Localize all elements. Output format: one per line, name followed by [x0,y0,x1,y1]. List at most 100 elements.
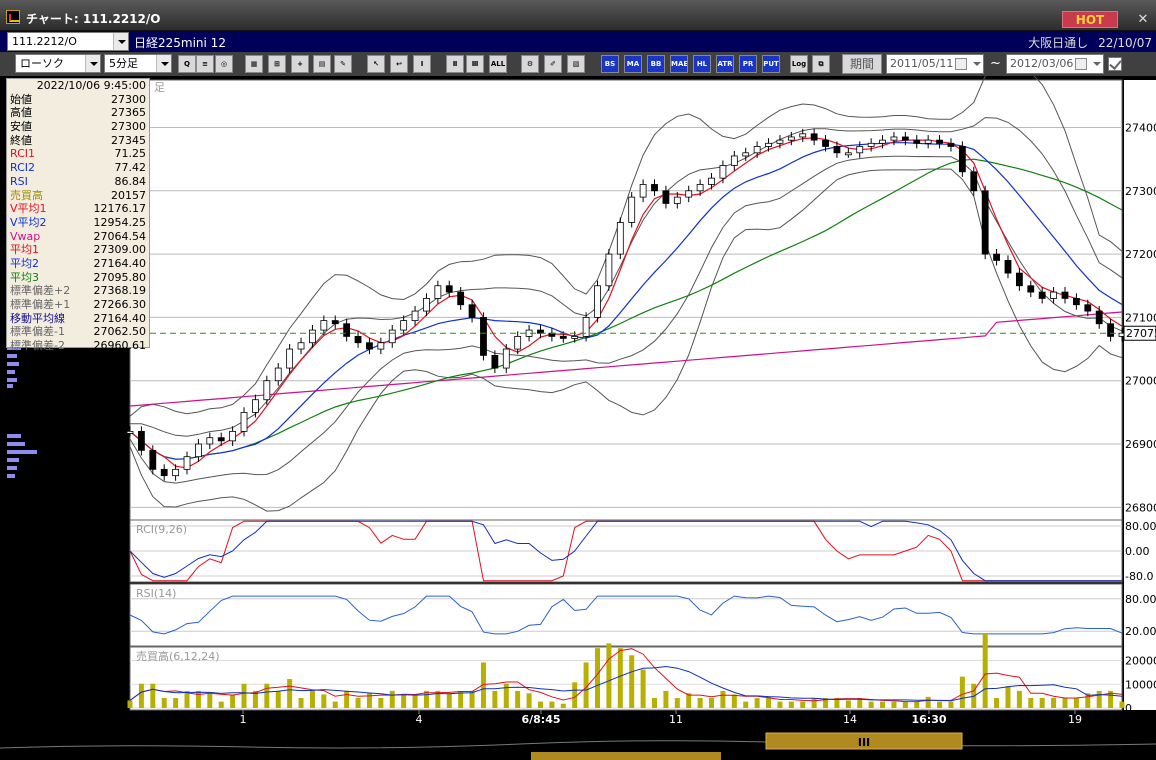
chevron-down-icon[interactable] [113,33,128,50]
hot-button[interactable]: HOT [1062,11,1118,28]
info-label: 標準偏差-2 [10,339,65,353]
volume-bar [230,694,236,708]
chevron-down-icon[interactable] [1093,62,1101,66]
toolbar-button-17[interactable]: BS [601,55,619,73]
chart-type-value: ローソク [20,57,64,70]
toolbar-button-14[interactable]: ⚙ [521,55,539,73]
toolbar-button-16[interactable]: ▧ [567,55,585,73]
toolbar-button-8[interactable]: ↖ [367,55,385,73]
symbol-select[interactable]: 111.2212/O [7,32,129,51]
calendar-icon[interactable] [1075,58,1087,70]
toolbar-button-20[interactable]: MAE [670,55,688,73]
candle [753,146,761,154]
volume-profile-bar [7,362,19,366]
candle [1027,285,1035,293]
toolbar-button-2[interactable]: ◎ [215,55,233,73]
window-title: チャート: 111.2212/O [26,12,161,26]
toolbar-button-24[interactable]: PUT [762,55,780,73]
candle [206,437,214,445]
info-label: 平均1 [10,243,39,257]
chart-area[interactable]: 27400 27300 27200 27100 27000 26900 26800 足 2707… [0,76,1156,760]
toolbar-button-7[interactable]: ✎ [334,55,352,73]
candle [559,336,567,339]
calendar-icon[interactable] [955,58,967,70]
candle [445,285,453,293]
info-value: 27164.40 [93,311,147,325]
toolbar-button-5[interactable]: + [291,55,309,73]
price-tick: 26800 [1125,501,1156,514]
volume-bar [709,698,715,708]
candle [879,139,886,144]
toolbar-button-23[interactable]: PR [739,55,757,73]
volume-bar [537,701,543,708]
candle [639,184,647,198]
info-row: 平均3 27095.80 [10,271,146,285]
x-tick-label: 6/8:45 [521,713,560,726]
info-label: 標準偏差+1 [10,298,71,312]
volume-bar [629,655,635,708]
candle [856,146,864,154]
chevron-down-icon[interactable] [973,62,981,66]
chevron-down-icon[interactable] [156,55,171,72]
chart-toolbar: ローソク 5分足 期間 2011/05/11 ~ 2012/03/06 Q ≡ ◎ ▦… [0,52,1156,76]
close-icon[interactable]: ✕ [1136,13,1150,27]
toolbar-button-4[interactable]: ⊞ [268,55,286,73]
candle [297,342,305,350]
date-from-field[interactable]: 2011/05/11 [886,54,984,74]
date-separator: ~ [990,56,1001,71]
x-tick-label: 19 [1068,713,1082,726]
toolbar-button-9[interactable]: ↩ [390,55,408,73]
candle [833,146,841,154]
volume-profile-bar [7,466,17,470]
timeframe-select[interactable]: 5分足 [104,54,172,73]
candle [1095,310,1103,325]
volume-bar [549,701,555,708]
candle [491,354,499,369]
date-label: 22/10/07 [1098,36,1152,50]
info-value: 77.42 [114,161,147,175]
volume-bar [891,701,897,708]
volume-bar [1039,698,1045,708]
volume-bar [994,698,1000,708]
info-row: RCI2 77.42 [10,161,146,175]
toolbar-button-1[interactable]: ≡ [196,55,214,73]
volume-bar [241,683,247,708]
volume-bar [959,676,965,708]
toolbar-button-18[interactable]: MA [624,55,642,73]
period-button[interactable]: 期間 [842,54,882,74]
toolbar-button-6[interactable]: ▤ [313,55,331,73]
candle [343,323,351,337]
product-name: 日経225mini 12 [134,36,226,50]
toolbar-button-0[interactable]: Q [178,55,196,73]
toolbar-button-26[interactable]: ⧉ [812,55,830,73]
toolbar-button-21[interactable]: HL [693,55,711,73]
date-to-field[interactable]: 2012/03/06 [1006,54,1104,74]
toolbar-button-13[interactable]: ALL [489,55,507,73]
chart-type-select[interactable]: ローソク [15,54,101,73]
info-row: 終値 27345 [10,134,146,148]
info-value: 20157 [111,188,146,202]
rsi-tick: 20.00 [1125,625,1156,638]
toolbar-button-15[interactable]: ✐ [544,55,562,73]
volume-bar [492,690,498,708]
toolbar-button-19[interactable]: BB [647,55,665,73]
candle [480,317,487,356]
info-value: 27266.30 [93,298,147,312]
candle [742,152,750,157]
toolbar-button-25[interactable]: Log [790,55,808,73]
info-value: 27300 [111,120,146,134]
volume-bar [1005,686,1011,708]
toolbar-button-3[interactable]: ▦ [245,55,263,73]
volume-bar [1119,701,1125,708]
info-value: 27095.80 [93,270,147,284]
candle [787,136,795,141]
toolbar-button-22[interactable]: ATR [716,55,734,73]
chevron-down-icon[interactable] [85,55,100,72]
rci-tick: 80.00 [1125,520,1156,533]
toolbar-button-11[interactable]: Ⅱ [446,55,464,73]
hot-label: HOT [1075,13,1105,27]
sync-checkbox[interactable] [1108,57,1122,71]
volume-profile-bar [7,474,15,478]
toolbar-button-12[interactable]: Ⅲ [466,55,484,73]
toolbar-button-10[interactable]: Ⅰ [413,55,431,73]
